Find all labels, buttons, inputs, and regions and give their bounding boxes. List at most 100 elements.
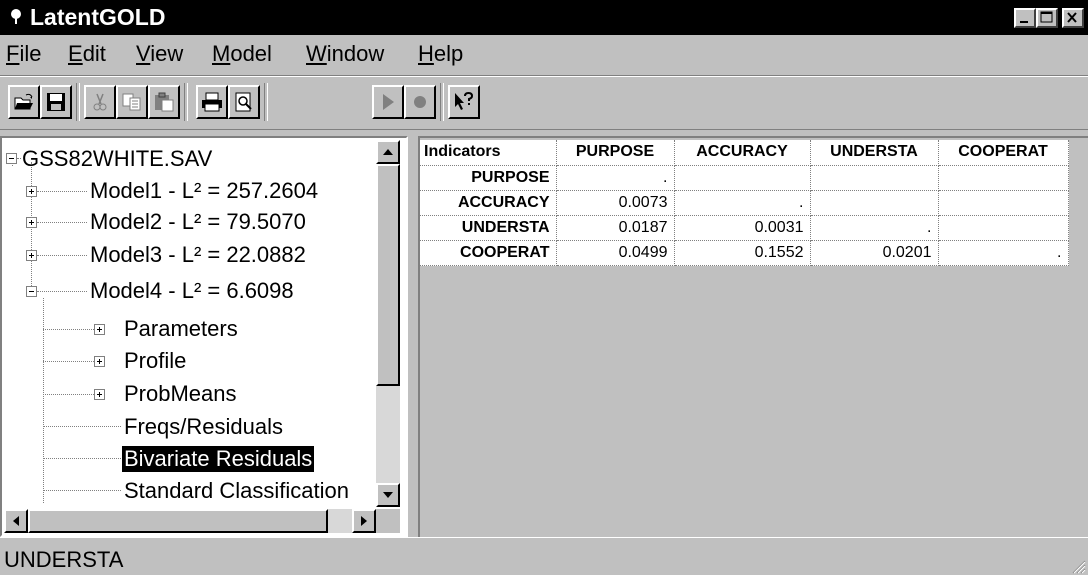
- table-cell[interactable]: [674, 165, 811, 191]
- menu-model[interactable]: Model: [212, 41, 272, 67]
- paste-button[interactable]: [148, 85, 180, 119]
- table-row: UNDERSTA 0.0187 0.0031 .: [420, 215, 1069, 241]
- window-title: LatentGOLD: [30, 4, 166, 30]
- scroll-thumb[interactable]: [28, 509, 328, 533]
- model3-expand-toggle[interactable]: [26, 250, 37, 261]
- arrow-left-icon: [13, 516, 19, 526]
- table-cell[interactable]: 0.0187: [556, 215, 675, 241]
- tree-node-bivariate-residuals[interactable]: Bivariate Residuals: [122, 446, 315, 472]
- menu-help[interactable]: Help: [418, 41, 463, 67]
- tree-node-profile[interactable]: Profile: [122, 348, 188, 374]
- probmeans-expand-toggle[interactable]: [94, 389, 105, 400]
- paste-icon: [155, 92, 174, 112]
- table-cell[interactable]: 0.0201: [810, 240, 939, 266]
- cut-button[interactable]: [84, 85, 116, 119]
- scroll-thumb[interactable]: [376, 164, 400, 386]
- scroll-right-button[interactable]: [352, 509, 376, 533]
- model-tree[interactable]: GSS82WHITE.SAV Model1 - L² = 257.2604 Mo…: [0, 136, 408, 537]
- maximize-button[interactable]: [1036, 8, 1058, 28]
- save-icon: [47, 93, 65, 111]
- app-icon: [11, 9, 21, 24]
- table-cell[interactable]: 0.1552: [674, 240, 811, 266]
- print-preview-button[interactable]: [228, 85, 260, 119]
- table-cell[interactable]: .: [938, 240, 1069, 266]
- column-header[interactable]: PURPOSE: [556, 140, 675, 166]
- column-header[interactable]: COOPERAT: [938, 140, 1069, 166]
- scroll-up-button[interactable]: [376, 140, 400, 164]
- tree-vertical-scrollbar[interactable]: [376, 140, 400, 507]
- status-text: UNDERSTA: [4, 547, 124, 572]
- scroll-down-button[interactable]: [376, 483, 400, 507]
- table-row: PURPOSE .: [420, 165, 1069, 191]
- tree-line: [43, 458, 121, 459]
- tree-node-freqs-residuals[interactable]: Freqs/Residuals: [122, 414, 285, 440]
- column-header[interactable]: ACCURACY: [674, 140, 811, 166]
- resize-grip-icon[interactable]: [1070, 558, 1086, 574]
- arrow-up-icon: [383, 149, 393, 155]
- scroll-left-button[interactable]: [4, 509, 28, 533]
- copy-button[interactable]: [116, 85, 148, 119]
- print-icon: [202, 92, 222, 112]
- row-header: PURPOSE: [420, 165, 557, 191]
- tree-node-model1[interactable]: Model1 - L² = 257.2604: [88, 178, 320, 204]
- toolbar-separator: [264, 83, 268, 121]
- context-help-button[interactable]: [448, 85, 480, 119]
- row-header: UNDERSTA: [420, 215, 557, 241]
- toolbar: [0, 76, 1088, 130]
- open-icon: [14, 93, 33, 110]
- menu-edit[interactable]: Edit: [68, 41, 106, 67]
- tree-node-root[interactable]: GSS82WHITE.SAV: [20, 146, 214, 172]
- table-header-row: Indicators PURPOSE ACCURACY UNDERSTA COO…: [420, 140, 1069, 166]
- table-cell[interactable]: 0.0073: [556, 190, 675, 216]
- table-cell[interactable]: [938, 165, 1069, 191]
- row-header: ACCURACY: [420, 190, 557, 216]
- table-cell[interactable]: .: [674, 190, 811, 216]
- print-preview-icon: [235, 92, 252, 112]
- tree-horizontal-scrollbar[interactable]: [4, 509, 376, 533]
- tree-line: [37, 191, 87, 192]
- table-cell[interactable]: 0.0031: [674, 215, 811, 241]
- table-cell[interactable]: .: [556, 165, 675, 191]
- bivariate-residuals-table: Indicators PURPOSE ACCURACY UNDERSTA COO…: [420, 140, 1069, 266]
- tree-node-probmeans[interactable]: ProbMeans: [122, 381, 239, 407]
- minimize-button[interactable]: [1014, 8, 1036, 28]
- title-bar[interactable]: LatentGOLD: [0, 0, 1088, 35]
- table-cell[interactable]: [810, 190, 939, 216]
- tree-line: [43, 394, 94, 395]
- table-cell[interactable]: [810, 165, 939, 191]
- menu-file[interactable]: File: [6, 41, 41, 67]
- menu-window[interactable]: Window: [306, 41, 384, 67]
- save-button[interactable]: [40, 85, 72, 119]
- tree-node-model4[interactable]: Model4 - L² = 6.6098: [88, 278, 296, 304]
- open-button[interactable]: [8, 85, 40, 119]
- menu-bar: File Edit View Model Window Help: [0, 35, 1088, 76]
- table-cell[interactable]: [938, 190, 1069, 216]
- profile-expand-toggle[interactable]: [94, 356, 105, 367]
- stop-button[interactable]: [404, 85, 436, 119]
- tree-node-standard-classification[interactable]: Standard Classification: [122, 478, 351, 504]
- tree-line: [43, 426, 121, 427]
- maximize-icon: [1040, 11, 1053, 23]
- tree-node-parameters[interactable]: Parameters: [122, 316, 240, 342]
- run-button[interactable]: [372, 85, 404, 119]
- model4-collapse-toggle[interactable]: [26, 286, 37, 297]
- row-header: COOPERAT: [420, 240, 557, 266]
- print-button[interactable]: [196, 85, 228, 119]
- tree-node-model3[interactable]: Model3 - L² = 22.0882: [88, 242, 308, 268]
- root-collapse-toggle[interactable]: [6, 153, 17, 164]
- table-corner-header: Indicators: [420, 140, 557, 166]
- arrow-down-icon: [383, 492, 393, 498]
- table-cell[interactable]: [938, 215, 1069, 241]
- menu-view[interactable]: View: [136, 41, 183, 67]
- column-header[interactable]: UNDERSTA: [810, 140, 939, 166]
- tree-node-model2[interactable]: Model2 - L² = 79.5070: [88, 209, 308, 235]
- table-cell[interactable]: 0.0499: [556, 240, 675, 266]
- close-button[interactable]: [1062, 8, 1084, 28]
- copy-icon: [122, 93, 141, 111]
- model1-expand-toggle[interactable]: [26, 186, 37, 197]
- parameters-expand-toggle[interactable]: [94, 324, 105, 335]
- model2-expand-toggle[interactable]: [26, 217, 37, 228]
- table-cell[interactable]: .: [810, 215, 939, 241]
- tree-line: [43, 361, 94, 362]
- stop-icon: [414, 96, 426, 108]
